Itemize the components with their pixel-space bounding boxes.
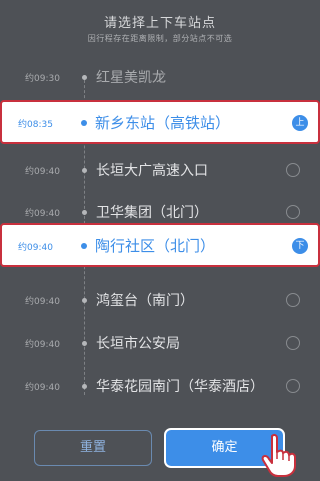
stop-name: 陶行社区（北门） (95, 237, 216, 255)
stop-item[interactable]: 约09:40 长垣大广高速入口 (0, 155, 320, 185)
stop-radio[interactable] (286, 379, 300, 393)
stop-radio[interactable] (286, 205, 300, 219)
stop-radio[interactable] (286, 163, 300, 177)
stop-name: 华泰花园南门（华泰酒店） (96, 379, 264, 395)
modal-subtitle: 因行程存在距离限制，部分站点不可选 (87, 34, 233, 43)
station-picker-modal: 请选择上下车站点 因行程存在距离限制，部分站点不可选 约09:30 红星美凯龙 … (0, 0, 320, 481)
stop-dot (82, 384, 87, 389)
stop-dot (82, 75, 87, 80)
stop-item[interactable]: 约09:40 华泰花园南门（华泰酒店） (0, 371, 320, 401)
stop-time: 约09:40 (25, 209, 60, 219)
stop-name: 长垣市公安局 (96, 336, 180, 352)
stop-dot (81, 243, 87, 249)
stop-dot (82, 210, 87, 215)
stop-item[interactable]: 约09:30 红星美凯龙 (0, 62, 320, 92)
stop-item-alighting[interactable]: 约09:40 陶行社区（北门） 下 (0, 223, 320, 267)
modal-title: 请选择上下车站点 (103, 16, 216, 31)
stop-time: 约09:30 (25, 74, 60, 84)
stop-radio[interactable] (286, 293, 300, 307)
stop-time: 约09:40 (25, 297, 60, 307)
stop-radio[interactable] (286, 336, 300, 350)
board-badge: 上 (292, 115, 308, 131)
stop-time: 约09:40 (18, 243, 53, 253)
stop-dot (82, 341, 87, 346)
stop-name: 红星美凯龙 (96, 70, 166, 86)
stop-name: 鸿玺台（南门） (96, 293, 194, 309)
stop-item[interactable]: 约09:40 鸿玺台（南门） (0, 285, 320, 315)
reset-button[interactable]: 重置 (34, 430, 152, 466)
stop-time: 约09:40 (25, 383, 60, 393)
stop-time: 约09:40 (25, 340, 60, 350)
stop-name: 卫华集团（北门） (96, 205, 208, 221)
stop-time: 约08:35 (18, 120, 53, 130)
stop-item[interactable]: 约09:40 长垣市公安局 (0, 328, 320, 358)
hand-pointer-icon (261, 433, 296, 477)
stop-time: 约09:40 (25, 167, 60, 177)
stop-dot (82, 298, 87, 303)
stop-dot (81, 120, 87, 126)
stop-item-boarding[interactable]: 约08:35 新乡东站（高铁站） 上 (0, 100, 320, 144)
stop-dot (82, 168, 87, 173)
alight-badge: 下 (292, 238, 308, 254)
stop-name: 长垣大广高速入口 (96, 163, 208, 179)
stop-name: 新乡东站（高铁站） (95, 114, 231, 132)
